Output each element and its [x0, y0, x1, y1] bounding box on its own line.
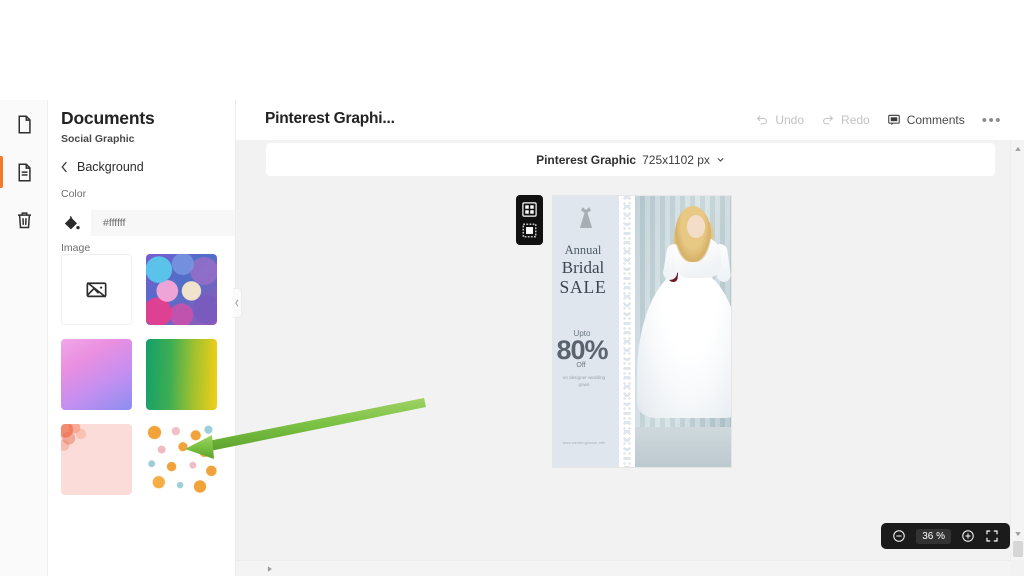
sidebar-item-document[interactable]	[0, 148, 48, 196]
expand-icon[interactable]	[985, 529, 999, 543]
swatch-no-image[interactable]	[61, 254, 132, 325]
canvas-float-toolbar	[516, 195, 543, 245]
app-root: HipoWorks Technologies Pv... +	[0, 0, 1024, 576]
plus-circle-icon[interactable]	[961, 529, 975, 543]
preset-dimensions: 725x1102 px	[642, 153, 710, 167]
comment-icon	[887, 113, 901, 127]
poster-annual-text: Annual	[553, 243, 613, 258]
zoom-level-value[interactable]: 36 %	[916, 529, 951, 544]
image-section-label: Image	[61, 242, 90, 254]
redo-icon	[821, 113, 835, 127]
color-row	[61, 210, 223, 236]
back-label: Background	[77, 160, 144, 174]
undo-label: Undo	[775, 113, 804, 127]
poster-text-column: Annual Bridal SALE Upto 80% Off on desig…	[553, 196, 619, 467]
panel-collapse-handle[interactable]	[233, 288, 242, 318]
grid-layout-icon	[522, 202, 537, 217]
image-off-icon	[84, 277, 109, 302]
document-title[interactable]: Pinterest Graphi...	[265, 110, 395, 128]
chevron-down-icon[interactable]	[716, 155, 725, 164]
redo-label: Redo	[841, 113, 870, 127]
page-blank-icon	[14, 114, 35, 135]
preset-name: Pinterest Graphic	[536, 153, 636, 167]
chevron-left-icon	[235, 299, 239, 307]
background-color-hex-input[interactable]	[91, 210, 236, 236]
color-section-label: Color	[61, 188, 86, 200]
poster-off-text: Off	[553, 362, 609, 369]
sidebar-item-trash[interactable]	[0, 196, 48, 244]
page-title: Documents	[61, 108, 155, 129]
swatch-bokeh-gradient[interactable]	[146, 254, 217, 325]
canvas-size-bar[interactable]: Pinterest Graphic 725x1102 px	[266, 143, 995, 176]
crop-frame-icon	[522, 223, 537, 238]
vertical-scrollbar-thumb[interactable]	[1013, 541, 1023, 557]
grid-layout-button[interactable]	[521, 201, 538, 218]
left-icon-rail	[0, 100, 48, 576]
trash-icon	[14, 209, 35, 231]
chevron-left-icon	[61, 161, 68, 173]
paint-bucket-icon[interactable]	[61, 213, 81, 233]
poster-lace-divider	[619, 196, 635, 467]
minus-circle-icon[interactable]	[892, 529, 906, 543]
poster-fine-print: on designer wedding gown	[557, 374, 611, 388]
page-lines-icon	[14, 162, 35, 183]
zoom-controls: 36 %	[881, 523, 1010, 549]
editor-header: Pinterest Graphi... Undo Redo	[236, 100, 1024, 140]
poster-bridal-text: Bridal	[553, 258, 613, 278]
crop-frame-button[interactable]	[521, 222, 538, 239]
comments-button[interactable]: Comments	[887, 113, 965, 127]
top-bar	[0, 50, 1024, 100]
dress-icon	[575, 206, 597, 232]
caret-up-icon[interactable]	[1014, 145, 1022, 153]
comments-label: Comments	[907, 113, 965, 127]
sidebar-item-pages[interactable]	[0, 100, 48, 148]
page-subtitle: Social Graphic	[61, 133, 135, 145]
horizontal-scrollbar[interactable]	[236, 560, 1010, 576]
poster-sale-text: SALE	[553, 277, 613, 298]
back-to-background-button[interactable]: Background	[61, 158, 144, 176]
caret-left-icon[interactable]	[266, 565, 274, 573]
more-options-button[interactable]: •••	[982, 112, 1002, 129]
caret-down-icon[interactable]	[1014, 530, 1022, 538]
editor-actions: Undo Redo Comments •••	[755, 110, 1002, 130]
poster-url-text: www.weddinghouse.info	[557, 441, 611, 445]
swatch-pink-purple-gradient[interactable]	[61, 339, 132, 410]
design-canvas[interactable]: Annual Bridal SALE Upto 80% Off on desig…	[553, 196, 731, 467]
undo-button[interactable]: Undo	[755, 113, 804, 127]
background-panel: Documents Social Graphic Background Colo…	[48, 100, 236, 576]
swatch-blush-watercolor[interactable]	[61, 424, 132, 495]
background-image-swatches	[61, 254, 223, 495]
poster-bride-photo	[635, 196, 731, 467]
swatch-orange-floral-pattern[interactable]	[146, 424, 217, 495]
vertical-scrollbar[interactable]	[1010, 140, 1024, 560]
undo-icon	[755, 113, 769, 127]
swatch-green-yellow-gradient[interactable]	[146, 339, 217, 410]
redo-button[interactable]: Redo	[821, 113, 870, 127]
canvas-stage[interactable]: Pinterest Graphic 725x1102 px	[236, 140, 1024, 576]
